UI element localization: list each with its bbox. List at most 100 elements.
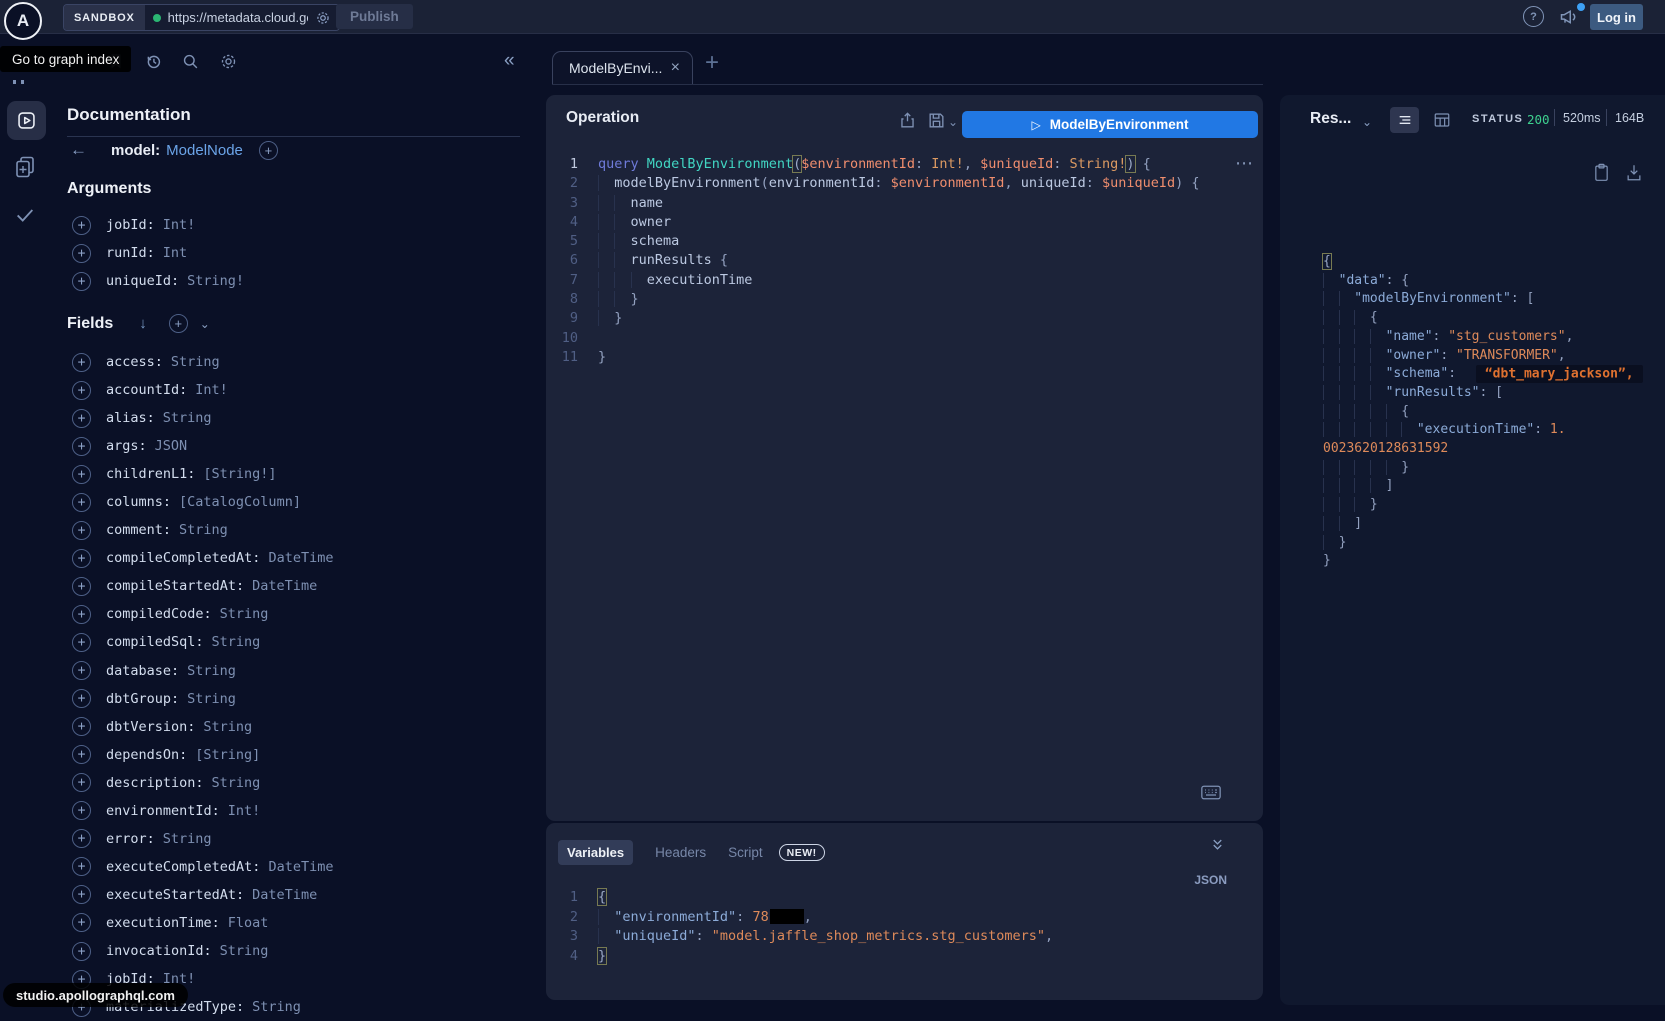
endpoint-settings-gear-icon[interactable]	[315, 10, 331, 26]
field-type[interactable]: String	[171, 354, 220, 370]
field-type[interactable]: String	[163, 410, 212, 426]
schema-field-row[interactable]: +dbtVersion:String	[72, 713, 333, 741]
tab-operation[interactable]: ModelByEnvi... ×	[552, 51, 693, 84]
copy-response-icon[interactable]	[1593, 163, 1610, 182]
argument-row[interactable]: +runId:Int	[72, 239, 244, 267]
add-field-button[interactable]: +	[72, 801, 91, 820]
add-field-button[interactable]: +	[72, 857, 91, 876]
add-field-button[interactable]: +	[72, 717, 91, 736]
field-type[interactable]: String	[252, 999, 301, 1015]
schema-field-row[interactable]: +environmentId:Int!	[72, 797, 333, 825]
field-type[interactable]: Int	[163, 245, 187, 261]
save-options-chevron-icon[interactable]: ⌄	[948, 115, 958, 129]
schema-field-row[interactable]: +executeCompletedAt:DateTime	[72, 853, 333, 881]
doc-type-link[interactable]: ModelNode	[166, 142, 243, 159]
schema-field-row[interactable]: +accountId:Int!	[72, 376, 333, 404]
schema-field-row[interactable]: +childrenL1:[String!]	[72, 460, 333, 488]
schema-field-row[interactable]: +compileCompletedAt:DateTime	[72, 544, 333, 572]
save-icon[interactable]	[927, 111, 946, 130]
field-type[interactable]: String	[163, 831, 212, 847]
add-field-button[interactable]: +	[72, 437, 91, 456]
schema-field-row[interactable]: +dbtGroup:String	[72, 685, 333, 713]
field-type[interactable]: Int!	[228, 803, 261, 819]
schema-field-row[interactable]: +dependsOn:[String]	[72, 741, 333, 769]
field-type[interactable]: String	[179, 522, 228, 538]
sidebar-item-explorer[interactable]	[7, 101, 46, 140]
back-arrow-icon[interactable]: ←	[70, 140, 87, 160]
field-type[interactable]: String	[220, 606, 269, 622]
field-type[interactable]: DateTime	[252, 887, 317, 903]
variables-editor[interactable]: 1{2"environmentId": 78,3"uniqueId": "mod…	[546, 888, 1263, 966]
add-field-button[interactable]: +	[72, 633, 91, 652]
field-type[interactable]: Int!	[195, 382, 228, 398]
add-field-button[interactable]: +	[72, 353, 91, 372]
field-type[interactable]: Int!	[163, 217, 196, 233]
add-field-button[interactable]: +	[72, 577, 91, 596]
tab-close-icon[interactable]: ×	[671, 59, 680, 77]
field-type[interactable]: String	[220, 943, 269, 959]
add-field-button[interactable]: +	[72, 773, 91, 792]
field-type[interactable]: String	[212, 775, 261, 791]
sidebar-item-schema-diff[interactable]	[13, 155, 37, 179]
run-operation-button[interactable]: ▷ ModelByEnvironment	[962, 111, 1258, 138]
schema-field-row[interactable]: +invocationId:String	[72, 937, 333, 965]
tab-variables[interactable]: Variables	[558, 840, 633, 865]
field-type[interactable]: [String]	[195, 747, 260, 763]
table-view-button[interactable]	[1433, 111, 1451, 129]
add-field-button[interactable]: +	[72, 521, 91, 540]
schema-field-row[interactable]: +columns:[CatalogColumn]	[72, 488, 333, 516]
publish-button[interactable]: Publish	[336, 4, 413, 29]
argument-row[interactable]: +jobId:Int!	[72, 211, 244, 239]
schema-field-row[interactable]: +args:JSON	[72, 432, 333, 460]
field-type[interactable]: [String!]	[203, 466, 276, 482]
operation-editor[interactable]: 1query ModelByEnvironment($environmentId…	[546, 155, 1263, 367]
schema-field-row[interactable]: +compiledCode:String	[72, 600, 333, 628]
add-field-button[interactable]: +	[72, 549, 91, 568]
add-field-button[interactable]: +	[72, 216, 91, 235]
field-type[interactable]: JSON	[155, 438, 188, 454]
schema-field-row[interactable]: +compiledSql:String	[72, 628, 333, 656]
endpoint-url-field[interactable]: https://metadata.cloud.get	[145, 5, 339, 30]
argument-row[interactable]: +uniqueId:String!	[72, 267, 244, 295]
field-type[interactable]: String!	[187, 273, 244, 289]
collapse-panel-icon[interactable]: «	[504, 50, 515, 72]
search-icon[interactable]	[181, 52, 200, 71]
field-type[interactable]: DateTime	[268, 550, 333, 566]
sidebar-item-checks[interactable]	[14, 204, 36, 226]
field-type[interactable]: String	[187, 663, 236, 679]
add-field-button[interactable]: +	[72, 689, 91, 708]
field-type[interactable]: DateTime	[268, 859, 333, 875]
keyboard-shortcuts-icon[interactable]	[1201, 785, 1221, 800]
download-response-icon[interactable]	[1625, 163, 1643, 182]
history-icon[interactable]	[144, 52, 163, 71]
apollo-logo-icon[interactable]: A	[4, 2, 42, 40]
share-icon[interactable]	[898, 111, 917, 130]
add-field-button[interactable]: +	[72, 913, 91, 932]
login-button[interactable]: Log in	[1590, 4, 1643, 30]
field-type[interactable]: Float	[228, 915, 269, 931]
schema-field-row[interactable]: +database:String	[72, 657, 333, 685]
add-field-button[interactable]: +	[72, 942, 91, 961]
schema-field-row[interactable]: +compileStartedAt:DateTime	[72, 572, 333, 600]
field-type[interactable]: DateTime	[252, 578, 317, 594]
response-chevron-icon[interactable]: ⌄	[1362, 115, 1372, 129]
schema-field-row[interactable]: +executionTime:Float	[72, 909, 333, 937]
endpoint-url-text[interactable]: https://metadata.cloud.get	[168, 10, 308, 25]
tab-script[interactable]: Script	[728, 845, 763, 860]
settings-gear-icon[interactable]	[219, 52, 238, 71]
graph-icon[interactable]	[13, 80, 24, 84]
schema-field-row[interactable]: +description:String	[72, 769, 333, 797]
schema-field-row[interactable]: +alias:String	[72, 404, 333, 432]
add-type-button[interactable]: +	[259, 141, 278, 160]
add-field-button[interactable]: +	[72, 465, 91, 484]
add-all-fields-button[interactable]: +	[169, 314, 188, 333]
schema-field-row[interactable]: +executeStartedAt:DateTime	[72, 881, 333, 909]
add-field-button[interactable]: +	[72, 409, 91, 428]
field-type[interactable]: [CatalogColumn]	[179, 494, 301, 510]
sort-down-icon[interactable]: ↓	[139, 315, 147, 332]
add-field-button[interactable]: +	[72, 244, 91, 263]
schema-field-row[interactable]: +access:String	[72, 348, 333, 376]
schema-field-row[interactable]: +error:String	[72, 825, 333, 853]
collapse-panel-double-chevron-icon[interactable]	[1210, 837, 1225, 852]
add-field-button[interactable]: +	[72, 885, 91, 904]
